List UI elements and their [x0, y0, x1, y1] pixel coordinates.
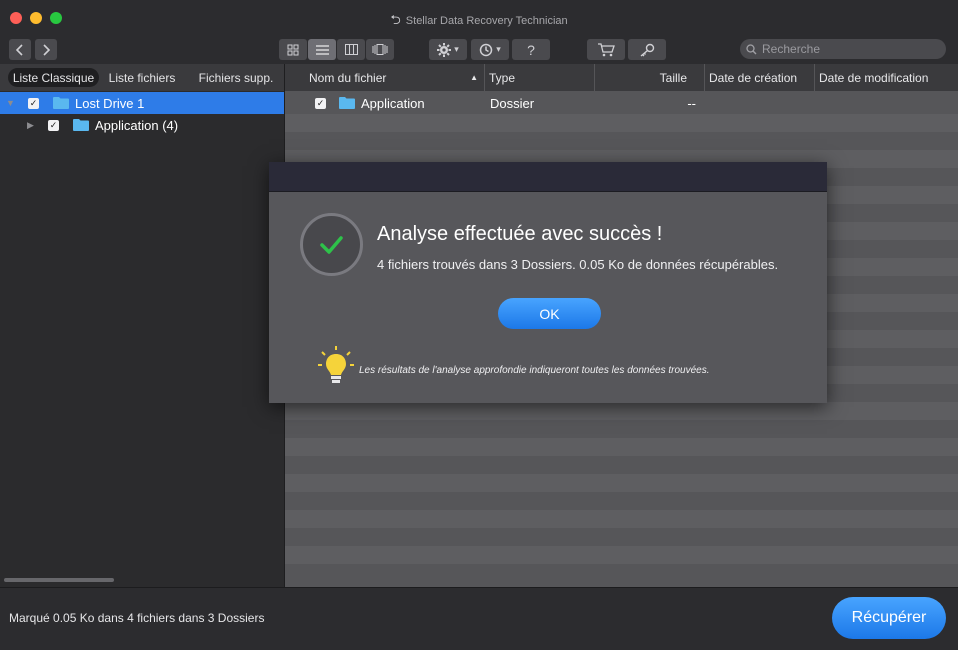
scan-complete-dialog: Analyse effectuée avec succès ! 4 fichie… — [269, 162, 827, 403]
sidebar-tabs: Liste Classique Liste fichiers Fichiers … — [0, 64, 284, 91]
lightbulb-icon — [318, 346, 354, 383]
ok-button[interactable]: OK — [498, 298, 601, 329]
row-checkbox[interactable]: ✓ — [315, 98, 326, 109]
folder-icon — [53, 97, 69, 109]
search-icon — [746, 43, 757, 54]
sidebar: Liste Classique Liste fichiers Fichiers … — [0, 64, 285, 587]
help-icon: ? — [527, 41, 535, 58]
column-header-modified[interactable]: Date de modification — [815, 64, 958, 91]
toolbar: ▾ ▾ ? Recherche — [0, 34, 958, 64]
sidebar-horizontal-scrollbar[interactable] — [4, 578, 114, 582]
tab-liste-classique[interactable]: Liste Classique — [8, 68, 99, 87]
table-header: Nom du fichier ▲ Type Taille Date de cré… — [285, 64, 958, 91]
tab-liste-fichiers[interactable]: Liste fichiers — [104, 68, 180, 87]
cell-type: Dossier — [490, 95, 535, 111]
column-header-created[interactable]: Date de création — [705, 64, 815, 91]
folder-icon — [73, 119, 89, 131]
columns-icon — [344, 44, 358, 55]
gear-icon — [437, 42, 452, 57]
title-bar: ⮌ Stellar Data Recovery Technician — [0, 0, 958, 34]
sort-ascending-icon: ▲ — [470, 73, 478, 82]
status-bar: Marqué 0.05 Ko dans 4 fichiers dans 3 Do… — [0, 587, 958, 650]
settings-button[interactable]: ▾ — [429, 39, 467, 60]
activate-button[interactable] — [628, 39, 666, 60]
tree-item-lost-drive[interactable]: ▼ ✓ Lost Drive 1 — [0, 92, 284, 114]
cell-size: -- — [687, 95, 696, 111]
search-placeholder: Recherche — [762, 42, 821, 56]
coverflow-view-button[interactable] — [366, 39, 394, 60]
list-icon — [315, 44, 329, 55]
table-row[interactable]: ✓ Application Dossier -- — [285, 92, 958, 114]
dialog-message: 4 fichiers trouvés dans 3 Dossiers. 0.05… — [377, 257, 779, 272]
list-view-button[interactable] — [308, 39, 336, 60]
key-icon — [640, 43, 655, 57]
dialog-hint: Les résultats de l'analyse approfondie i… — [359, 365, 710, 376]
tree-checkbox[interactable]: ✓ — [48, 119, 59, 131]
table-stripe — [285, 546, 958, 564]
tree-item-application[interactable]: ▶ ✓ Application (4) — [0, 114, 284, 136]
folder-icon — [339, 97, 355, 109]
cell-name: Application — [361, 95, 425, 111]
checkmark-icon — [320, 236, 343, 254]
column-header-size[interactable]: Taille — [595, 64, 705, 91]
chevron-down-icon: ▾ — [454, 44, 459, 54]
forward-button[interactable] — [35, 39, 57, 60]
table-stripe — [285, 510, 958, 528]
tree-checkbox[interactable]: ✓ — [28, 97, 39, 109]
help-button[interactable]: ? — [512, 39, 550, 60]
success-badge — [300, 213, 363, 276]
chevron-right-icon — [43, 43, 50, 56]
window-title-area: ⮌ Stellar Data Recovery Technician — [0, 11, 958, 33]
disclosure-collapsed-icon[interactable]: ▶ — [27, 120, 34, 131]
tree-item-label: Application (4) — [95, 117, 179, 133]
column-header-name[interactable]: Nom du fichier ▲ — [285, 64, 485, 91]
chevron-down-icon: ▾ — [496, 44, 501, 54]
table-stripe — [285, 474, 958, 492]
table-stripe — [285, 438, 958, 456]
coverflow-icon — [372, 44, 388, 55]
table-stripe — [285, 402, 958, 420]
table-stripe — [285, 114, 958, 132]
status-text: Marqué 0.05 Ko dans 4 fichiers dans 3 Do… — [9, 611, 265, 625]
dialog-title: Analyse effectuée avec succès ! — [377, 223, 663, 245]
recovery-history-button[interactable]: ▾ — [471, 39, 509, 60]
column-header-type[interactable]: Type — [485, 64, 595, 91]
cart-icon — [598, 42, 615, 56]
history-icon — [479, 43, 493, 56]
buy-button[interactable] — [587, 39, 625, 60]
back-button[interactable] — [9, 39, 31, 60]
tab-fichiers-supp[interactable]: Fichiers supp. — [194, 68, 278, 87]
search-input[interactable]: Recherche — [740, 39, 946, 59]
app-logo-icon: ⮌ — [390, 12, 401, 27]
dialog-header — [269, 162, 827, 192]
grid-icon — [287, 44, 299, 55]
tree-item-label: Lost Drive 1 — [75, 95, 145, 111]
disclosure-expanded-icon[interactable]: ▼ — [6, 98, 15, 108]
window-title: Stellar Data Recovery Technician — [405, 15, 568, 27]
icon-view-button[interactable] — [279, 39, 307, 60]
recover-button[interactable]: Récupérer — [832, 597, 946, 639]
chevron-left-icon — [16, 43, 23, 56]
column-view-button[interactable] — [337, 39, 365, 60]
